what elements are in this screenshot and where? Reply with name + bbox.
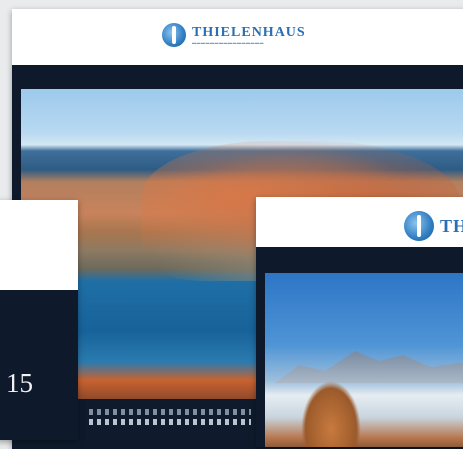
calendar-day-grid	[85, 401, 255, 441]
right-brand-logo: TH	[404, 211, 463, 241]
left-calendar-page	[0, 200, 78, 440]
mountain-landscape-photo	[265, 273, 463, 447]
weekday-row	[89, 409, 251, 415]
day-number-row	[89, 419, 251, 425]
calendar-year-fragment: 15	[6, 368, 33, 398]
mountain-ridge	[275, 351, 463, 383]
left-calendar-dark-band	[0, 290, 78, 440]
brand-name: THIELENHAUS	[192, 24, 306, 40]
right-calendar-page: TH	[256, 197, 463, 447]
right-brand-name: TH	[440, 216, 463, 236]
autumn-tree	[301, 381, 361, 447]
brand-tagline-decoration: ▬▬▬▬▬▬▬▬▬▬▬▬▬▬▬▬	[192, 39, 264, 45]
brand-logo: THIELENHAUS ▬▬▬▬▬▬▬▬▬▬▬▬▬▬▬▬	[162, 23, 306, 47]
globe-logo-icon	[404, 211, 434, 241]
calendar-header: THIELENHAUS ▬▬▬▬▬▬▬▬▬▬▬▬▬▬▬▬	[12, 9, 463, 65]
globe-logo-icon	[162, 23, 186, 47]
